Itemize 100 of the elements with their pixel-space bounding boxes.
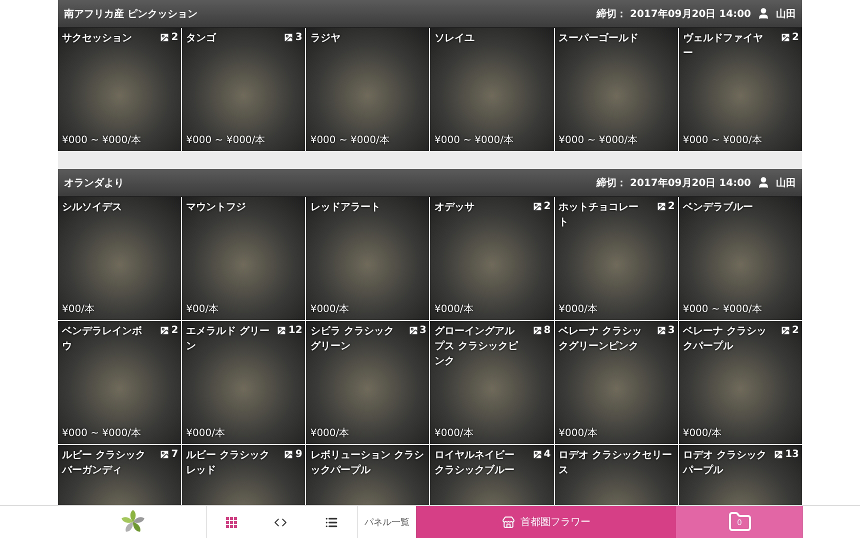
image-icon [159, 449, 170, 460]
store-icon [502, 516, 514, 528]
photo-count: 2 [544, 201, 551, 212]
photo-count: 12 [288, 325, 302, 336]
section-title: 南アフリカ産 ピンクッション [64, 7, 198, 20]
flower-tile[interactable]: ベンデラブルー ¥000 ~ ¥000/本 [678, 197, 802, 320]
user-name: 山田 [776, 176, 796, 190]
view-label: パネル一覧 [364, 516, 410, 530]
photo-count: 13 [785, 449, 799, 460]
photo-count: 3 [420, 325, 426, 336]
flower-name: ロイヤルネイビークラシックブルー [434, 448, 516, 478]
flower-tile[interactable]: ラジヤ ¥000 ~ ¥000/本 [306, 28, 430, 151]
flower-tile[interactable]: ベレーナ クラシックグリーンピンク 3 ¥000/本 [554, 321, 678, 444]
flower-tile[interactable]: ホットチョコレート 2 ¥000/本 [554, 197, 678, 320]
flower-tile[interactable]: グローイングアルプス クラシックピンク 8 ¥000/本 [430, 321, 554, 444]
photo-count: 8 [544, 325, 551, 336]
flower-tile[interactable]: ロデオ クラシックセリース [554, 445, 678, 505]
flower-tile[interactable]: シビラ クラシックグリーン 3 ¥000/本 [306, 321, 430, 444]
flower-tile[interactable]: ロデオ クラシックパープル 13 [678, 445, 802, 505]
flower-name: ソレイユ [434, 32, 476, 46]
flower-tile[interactable]: エメラルド グリーン 12 ¥000/本 [182, 321, 306, 444]
flower-tile[interactable]: サクセッション 2 ¥000 ~ ¥000/本 [58, 28, 182, 151]
flower-tile[interactable]: ヴェルドファイヤー 2 ¥000 ~ ¥000/本 [678, 28, 802, 151]
folder-icon [728, 510, 752, 534]
image-icon [408, 325, 419, 336]
user-name: 山田 [776, 8, 796, 20]
photo-count: 3 [668, 325, 675, 336]
list-icon [325, 516, 338, 528]
flower-name: ルビー クラシックバーガンディ [62, 448, 146, 478]
flower-name: ホットチョコレート [558, 201, 640, 230]
shop-button[interactable]: 首都圏フラワー [416, 506, 676, 538]
image-icon [532, 201, 543, 212]
price-text: ¥000/本 [310, 302, 350, 316]
flower-tile[interactable]: ソレイユ ¥000 ~ ¥000/本 [430, 28, 554, 151]
image-icon [656, 325, 667, 336]
flower-tile[interactable]: レッドアラート ¥000/本 [306, 197, 430, 320]
photo-count: 4 [544, 449, 551, 460]
grid-icon [226, 516, 237, 528]
user-icon [757, 7, 770, 20]
flower-name: エメラルド グリーン [186, 325, 271, 354]
price-text: ¥000/本 [434, 302, 474, 316]
price-text: ¥000 ~ ¥000/本 [434, 134, 514, 147]
flower-tile[interactable]: マウントフジ ¥00/本 [182, 197, 306, 320]
price-text: ¥00/本 [62, 302, 94, 316]
flower-tile[interactable]: シルソイデス ¥00/本 [58, 197, 182, 320]
flower-tile[interactable]: ロイヤルネイビークラシックブルー 4 [430, 445, 554, 505]
image-icon [159, 32, 170, 43]
flower-tile[interactable]: ルビー クラシックレッド 9 [182, 445, 306, 505]
image-icon [283, 449, 294, 460]
image-icon [159, 325, 170, 336]
photo-count: 7 [171, 449, 178, 460]
image-icon [780, 32, 792, 43]
flower-name: マウントフジ [186, 201, 248, 215]
photo-count: 2 [792, 325, 799, 336]
flower-name: グローイングアルプス クラシックピンク [434, 325, 520, 369]
deadline-text: 締切： 2017年09月20日 14:00 [596, 7, 751, 20]
price-text: ¥00/本 [186, 302, 219, 316]
price-text: ¥000 ~ ¥000/本 [62, 426, 142, 440]
flower-name: ベンデラレインボウ [62, 325, 143, 354]
user-icon [757, 176, 770, 189]
price-text: ¥000 ~ ¥000/本 [186, 134, 266, 147]
photo-count: 2 [171, 32, 178, 43]
section-title: オランダより [64, 176, 124, 190]
image-icon [532, 325, 543, 336]
image-icon [773, 449, 784, 460]
image-icon [283, 32, 294, 43]
photo-count: 9 [295, 449, 302, 460]
flower-name: ロデオ クラシックセリース [558, 449, 674, 478]
flower-tile[interactable]: タンゴ 3 ¥000 ~ ¥000/本 [182, 28, 306, 151]
photo-count: 2 [668, 201, 675, 212]
flower-tile[interactable]: ルビー クラシックバーガンディ 7 [58, 445, 182, 505]
flower-name: ベレーナ クラシックパープル [682, 325, 768, 354]
flower-name: レボリューション クラシックパープル [310, 449, 425, 478]
flower-name: シルソイデス [62, 201, 123, 215]
flower-tile[interactable]: オデッサ 2 ¥000/本 [430, 197, 554, 320]
flower-name: レッドアラート [310, 201, 382, 215]
flower-name: ラジヤ [310, 32, 342, 46]
price-text: ¥000/本 [682, 426, 722, 440]
price-text: ¥000 ~ ¥000/本 [682, 302, 762, 316]
flower-tile[interactable]: ベンデラレインボウ 2 ¥000 ~ ¥000/本 [58, 321, 182, 444]
photo-count: 3 [295, 32, 302, 43]
price-text: ¥000 ~ ¥000/本 [62, 134, 142, 147]
flower-tile[interactable]: スーパーゴールド ¥000 ~ ¥000/本 [554, 28, 678, 151]
flower-name: シビラ クラシックグリーン [310, 324, 395, 354]
price-text: ¥000/本 [558, 426, 598, 440]
flower-tile[interactable]: ベレーナ クラシックパープル 2 ¥000/本 [678, 321, 802, 444]
price-text: ¥000/本 [434, 426, 474, 440]
flower-name: ルビー クラシックレッド [186, 448, 271, 478]
flower-name: オデッサ [434, 201, 476, 215]
price-text: ¥000 ~ ¥000/本 [682, 134, 762, 147]
flower-name: タンゴ [186, 32, 218, 46]
flower-name: ベンデラブルー [682, 200, 754, 215]
code-icon [274, 516, 288, 528]
flower-tile[interactable]: レボリューション クラシックパープル [306, 445, 430, 505]
flower-name: ベレーナ クラシックグリーンピンク [558, 325, 644, 354]
photo-count: 2 [171, 325, 178, 336]
folder-count: 0 [736, 518, 743, 527]
price-text: ¥000/本 [310, 426, 350, 440]
price-text: ¥000 ~ ¥000/本 [310, 134, 390, 147]
image-icon [276, 325, 288, 336]
